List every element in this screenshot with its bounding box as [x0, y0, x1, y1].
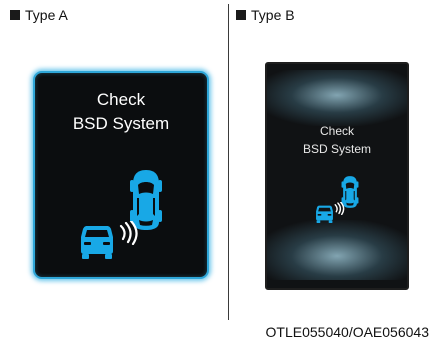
type-b-label: Type B: [236, 6, 295, 24]
type-a-label-text: Type A: [25, 7, 68, 23]
display-glow-top: [267, 70, 407, 126]
type-a-display: Check BSD System: [33, 71, 209, 279]
square-bullet-icon: [236, 10, 246, 20]
panel-divider: [228, 4, 229, 320]
display-glow-bottom: [267, 220, 407, 280]
type-a-message-line-2: BSD System: [72, 114, 170, 133]
signal-waves-icon: [334, 202, 345, 215]
car-front-view-icon: [316, 205, 333, 223]
figure-reference-code: OTLE055040/OAE056043: [265, 324, 429, 340]
type-b-message-line-2: BSD System: [302, 142, 371, 156]
car-front-view-icon: [81, 226, 113, 259]
type-a-label: Type A: [10, 6, 68, 24]
type-a-message-line-1: Check: [96, 90, 146, 109]
type-b-display: Check BSD System: [265, 62, 409, 290]
square-bullet-icon: [10, 10, 20, 20]
signal-waves-icon: [119, 221, 138, 245]
type-b-message-line-1: Check: [319, 124, 354, 138]
type-b-label-text: Type B: [251, 7, 295, 23]
